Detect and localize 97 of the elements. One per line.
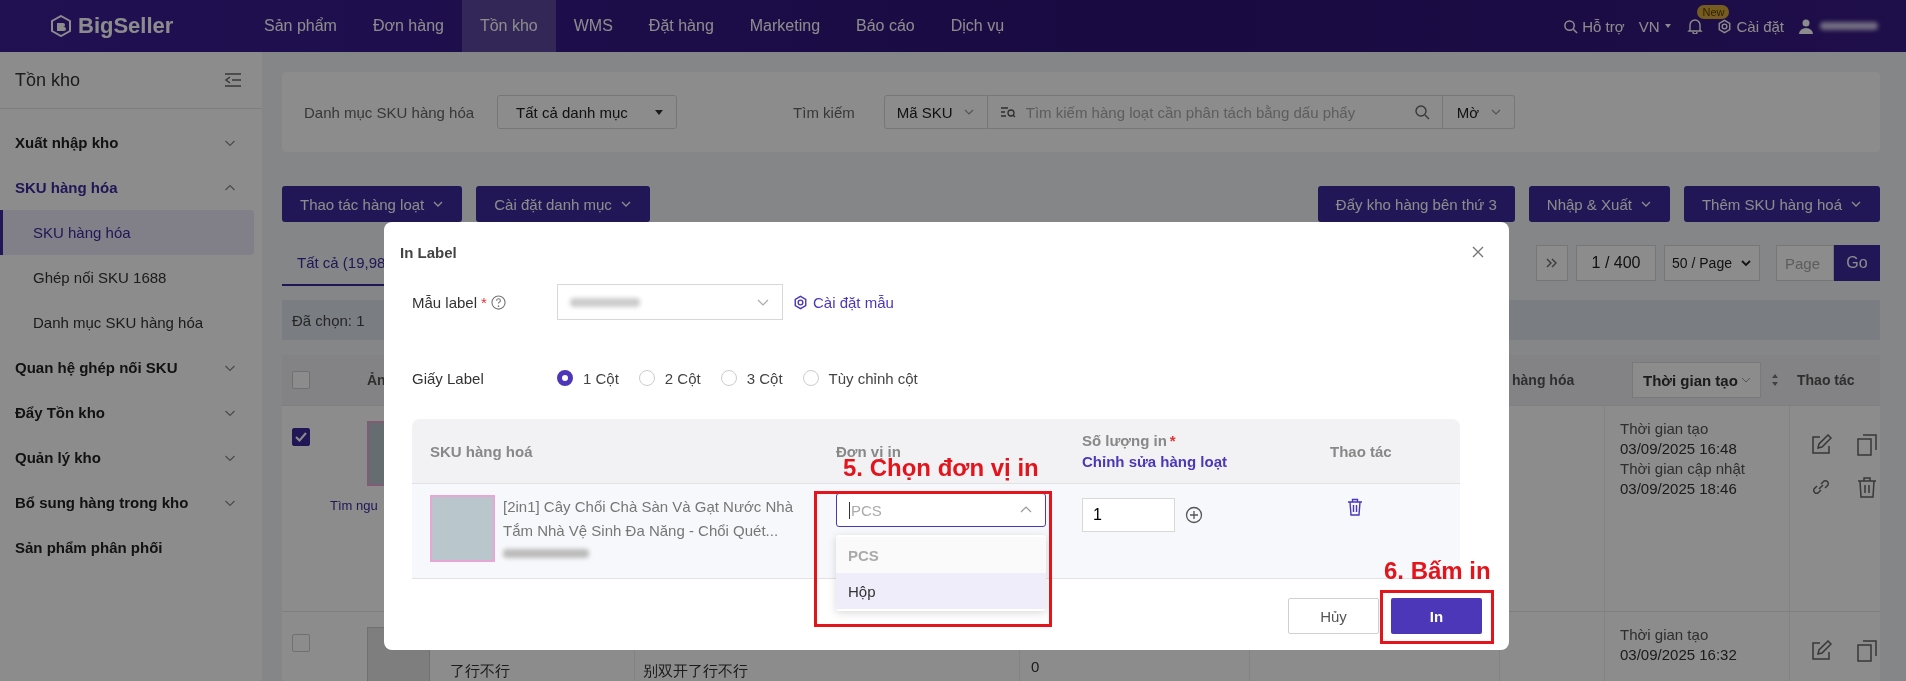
- radio-option[interactable]: 1 Cột: [557, 369, 619, 387]
- category-select[interactable]: Tất cả danh mục: [497, 95, 678, 129]
- time-label: Thời gian tạo: [1620, 626, 1710, 643]
- help-icon[interactable]: [490, 294, 506, 310]
- time-value: 03/09/2025 16:48: [1620, 440, 1738, 457]
- quantity-field[interactable]: 1: [1082, 498, 1175, 532]
- sidebar-item[interactable]: Danh mục SKU hàng hóa: [0, 300, 254, 345]
- radio-option[interactable]: 2 Cột: [638, 369, 701, 387]
- language-select[interactable]: VN: [1638, 17, 1674, 35]
- edit-icon[interactable]: [1810, 434, 1832, 456]
- checkbox[interactable]: [292, 428, 310, 446]
- sort-icon[interactable]: [1770, 373, 1779, 387]
- page-size-select[interactable]: 50 / Page: [1664, 245, 1760, 281]
- sidebar-group[interactable]: Sản phẩm phân phối: [0, 525, 262, 570]
- sidebar-group[interactable]: Đẩy Tồn kho: [0, 390, 262, 435]
- template-settings-link[interactable]: Cài đặt mẫu: [793, 293, 894, 311]
- nav-tab[interactable]: Sản phẩm: [246, 0, 355, 52]
- logo-icon: [50, 15, 72, 37]
- dialog-button[interactable]: In: [1391, 598, 1482, 634]
- sidebar-group[interactable]: Xuất nhập kho: [0, 120, 262, 165]
- toolbar-button[interactable]: Cài đặt danh mục: [476, 186, 650, 222]
- match-mode-select[interactable]: Mờ: [1442, 95, 1515, 129]
- edit-icon[interactable]: [1810, 640, 1832, 662]
- sidebar-group[interactable]: Quản lý kho: [0, 435, 262, 480]
- radio-button[interactable]: [557, 370, 573, 386]
- caret-icon: [654, 107, 665, 117]
- column-header: Số lượng in: [1082, 432, 1167, 449]
- bulk-edit-link[interactable]: Chỉnh sửa hàng loạt: [1082, 453, 1312, 470]
- field-label: Mẫu label: [412, 293, 478, 311]
- search-field-select[interactable]: Mã SKU: [883, 95, 988, 129]
- double-chevron-icon: [1545, 256, 1559, 270]
- nav-tab[interactable]: WMS: [555, 0, 631, 52]
- photo-placeholder: [430, 495, 495, 562]
- user-icon[interactable]: [1798, 18, 1814, 34]
- toolbar-button[interactable]: Đẩy kho hàng bên thứ 3: [1317, 186, 1515, 222]
- sidebar-group[interactable]: SKU hàng hóa: [0, 165, 262, 210]
- time-value: 03/09/2025 16:32: [1620, 646, 1738, 663]
- sort-select[interactable]: Thời gian tạo: [1632, 362, 1761, 398]
- sidebar-group[interactable]: Bổ sung hàng trong kho: [0, 480, 262, 525]
- close-icon[interactable]: [1471, 245, 1485, 259]
- time-label: Thời gian tạo: [1620, 420, 1710, 437]
- find-source-link[interactable]: Tìm ngu: [330, 498, 378, 513]
- nav-tab[interactable]: Đặt hàng: [630, 0, 732, 52]
- chevron-icon: [1739, 257, 1752, 269]
- sidebar-item[interactable]: Ghép nối SKU 1688: [0, 255, 254, 300]
- add-icon[interactable]: [1185, 506, 1203, 524]
- blurred-text: [1820, 22, 1878, 30]
- copy-icon[interactable]: [1856, 434, 1878, 456]
- required-mark: *: [481, 293, 487, 311]
- time-label: Thời gian cập nhật: [1620, 460, 1746, 477]
- filter-label: Tìm kiếm: [793, 103, 855, 121]
- search-icon: [1563, 18, 1579, 34]
- table-cell-text: 了行不行: [449, 661, 511, 681]
- copy-icon[interactable]: [1856, 640, 1878, 662]
- column-header: Thao tác: [1797, 372, 1855, 388]
- settings-link[interactable]: Cài đặt: [1717, 17, 1784, 35]
- column-header: hàng hóa: [1512, 372, 1575, 388]
- blurred-text: [570, 297, 640, 307]
- bell-icon[interactable]: [1687, 18, 1704, 34]
- time-value: 03/09/2025 18:46: [1620, 480, 1738, 497]
- collapse-menu-icon[interactable]: [224, 72, 242, 88]
- product-name: [2in1] Cây Chổi Chà Sàn Và Gạt Nước Nhà Tắm Nhà Vệ Sinh Đa Năng - Chổi Quét...: [503, 497, 795, 541]
- table-cell-text: 别双开了行不行: [642, 661, 749, 681]
- selection-count: Đã chọn: 1: [292, 311, 365, 329]
- nav-tab[interactable]: Báo cáo: [838, 0, 933, 52]
- help-link[interactable]: Hỗ trợ: [1563, 17, 1625, 35]
- column-header: Thao tác: [1330, 442, 1392, 460]
- settings-icon: [1717, 18, 1733, 34]
- toolbar-button[interactable]: Thêm SKU hàng hoá: [1683, 186, 1880, 222]
- trash-icon[interactable]: [1856, 476, 1878, 498]
- sidebar-title: Tồn kho: [15, 69, 81, 91]
- new-badge: New: [1697, 5, 1730, 19]
- filter-label: Danh mục SKU hàng hóa: [304, 103, 475, 121]
- nav-tab[interactable]: Dịch vụ: [932, 0, 1023, 52]
- required-mark: *: [1169, 432, 1176, 449]
- dropdown-option[interactable]: Hộp: [836, 573, 1046, 609]
- list-search-icon[interactable]: [999, 105, 1016, 119]
- field-label: Giấy Label: [412, 369, 484, 387]
- toolbar-button[interactable]: Nhập & Xuất: [1528, 186, 1670, 222]
- table-cell-text: 0: [1030, 657, 1041, 675]
- nav-tab[interactable]: Đơn hàng: [354, 0, 462, 52]
- sidebar-item[interactable]: SKU hàng hóa: [0, 210, 254, 255]
- settings-icon: [793, 294, 808, 310]
- radio-option[interactable]: 3 Cột: [720, 369, 783, 387]
- nav-tab[interactable]: Marketing: [731, 0, 839, 52]
- page-indicator: 1 / 400: [1576, 245, 1656, 281]
- search-icon[interactable]: [1413, 104, 1430, 120]
- column-header: SKU hàng hoá: [430, 442, 533, 460]
- annotation-text: 6. Bấm in: [1384, 557, 1491, 585]
- go-button[interactable]: Go: [1834, 245, 1880, 281]
- sidebar-group[interactable]: Quan hệ ghép nối SKU: [0, 345, 262, 390]
- dialog-button[interactable]: Hủy: [1288, 598, 1379, 634]
- trash-icon[interactable]: [1347, 498, 1363, 516]
- logo-text: BigSeller: [78, 13, 174, 39]
- radio-option[interactable]: Tùy chỉnh cột: [802, 369, 918, 387]
- toolbar-button[interactable]: Thao tác hàng loạt: [282, 186, 463, 222]
- dialog-title: In Label: [400, 243, 457, 261]
